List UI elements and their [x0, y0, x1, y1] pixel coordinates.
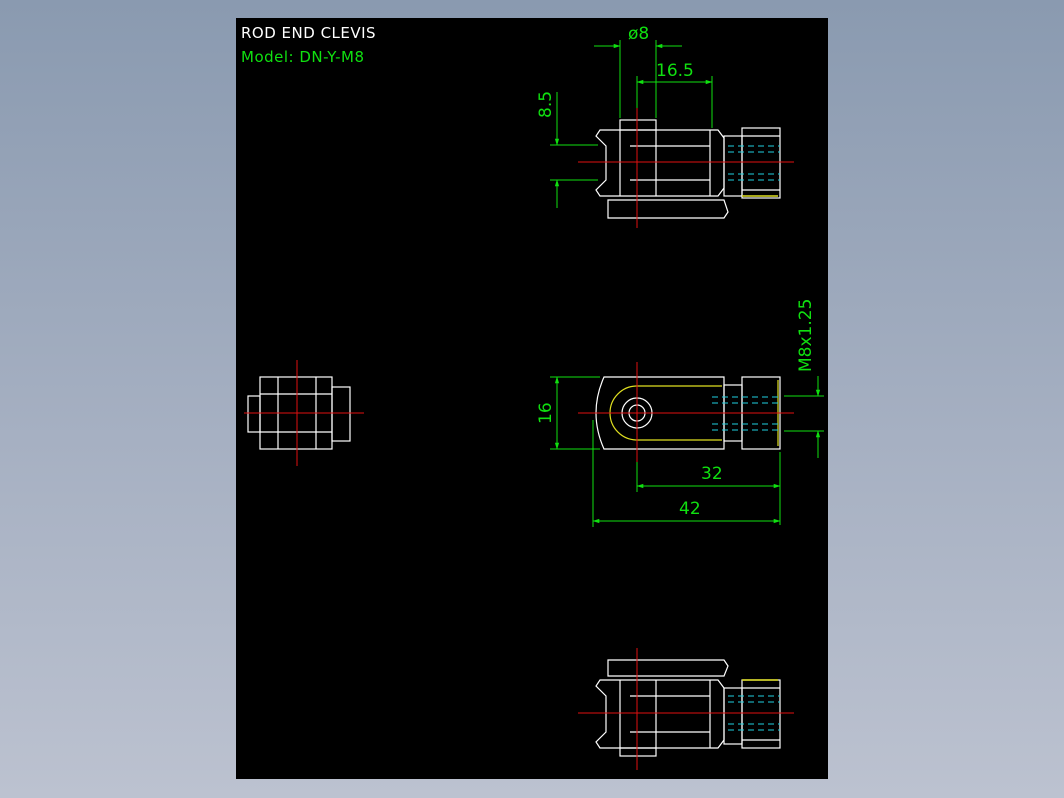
cad-drawing: ROD END CLEVIS Model: DN-Y-M8 ø8 16.5 8.… [241, 24, 824, 770]
drawing-title: ROD END CLEVIS [241, 24, 376, 42]
end-view-centerlines [244, 360, 364, 466]
dim-hole-to-end [636, 452, 781, 525]
dim-thread-label: M8x1.25 [796, 299, 816, 372]
top-view-centerlines [578, 108, 794, 228]
top-view-hidden-lines [728, 145, 780, 181]
top-view [595, 119, 781, 219]
bottom-view-centerlines [578, 648, 794, 770]
dim-pin-diameter-label: ø8 [628, 24, 649, 44]
dim-overall-length-label: 42 [679, 499, 701, 519]
dim-hole-to-end-label: 32 [701, 464, 723, 484]
dim-pin-offset-label: 16.5 [656, 61, 694, 81]
dim-fork-height-label: 8.5 [536, 91, 556, 118]
dim-fork-height [550, 92, 598, 208]
model-label: Model: DN-Y-M8 [241, 48, 365, 66]
dim-thread [784, 376, 824, 458]
dim-body-width-label: 16 [536, 402, 556, 424]
bottom-view [595, 659, 781, 757]
